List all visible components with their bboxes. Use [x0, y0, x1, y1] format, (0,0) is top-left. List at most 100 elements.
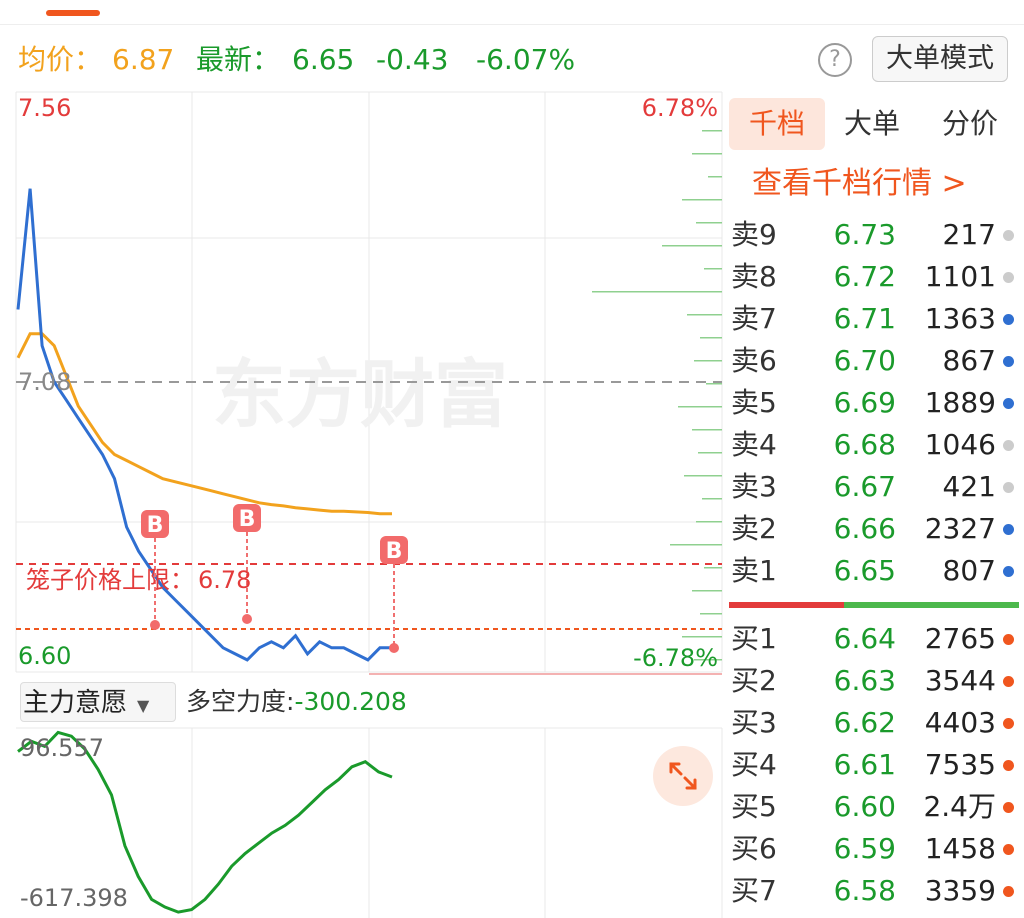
order-book-row[interactable]: 买7 6.58 3359 [729, 870, 1024, 912]
level-price: 6.68 [833, 428, 896, 461]
status-dot [1003, 760, 1014, 771]
level-volume: 1101 [924, 260, 996, 293]
level-volume: 3544 [924, 664, 996, 697]
status-dot [1003, 802, 1014, 813]
status-dot [1003, 566, 1014, 577]
depth-bar [708, 176, 722, 178]
avg-price-label: 均价： [18, 43, 103, 76]
y-axis-mid: 7.08 [18, 368, 71, 396]
level-volume: 3359 [924, 874, 996, 907]
depth-bar [704, 567, 722, 569]
order-book-row[interactable]: 卖2 6.66 2327 [729, 508, 1024, 550]
status-dot [1003, 718, 1014, 729]
level-label: 卖7 [731, 302, 777, 335]
status-dot [1003, 440, 1014, 451]
indicator-min-label: -617.398 [20, 884, 128, 912]
order-book-row[interactable]: 卖1 6.65 807 [729, 550, 1024, 592]
status-dot [1003, 272, 1014, 283]
tab-price-distribution[interactable]: 分价 [925, 98, 1015, 150]
long-short-strength: 多空力度:-300.208 [186, 687, 407, 716]
level-price: 6.59 [833, 832, 896, 865]
depth-bar [696, 222, 722, 224]
depth-bar [692, 153, 722, 155]
pct-axis-low: -6.78% [633, 644, 718, 672]
active-tab-indicator [46, 10, 100, 16]
depth-bar [704, 268, 722, 270]
view-qiandang-link[interactable]: 查看千档行情 > [752, 164, 967, 204]
status-dot [1003, 314, 1014, 325]
last-price-value: 6.65 [292, 43, 355, 76]
chevron-down-icon: ▼ [137, 696, 150, 715]
level-price: 6.66 [833, 512, 896, 545]
order-book-row[interactable]: 买5 6.60 2.4万 [729, 786, 1024, 828]
order-book-row[interactable]: 卖3 6.67 421 [729, 466, 1024, 508]
level-volume: 4403 [924, 706, 996, 739]
tab-qiandang[interactable]: 千档 [729, 98, 825, 150]
y-axis-low: 6.60 [18, 642, 71, 670]
order-book-row[interactable]: 买2 6.63 3544 [729, 660, 1024, 702]
depth-bar [682, 199, 722, 201]
status-dot [1003, 524, 1014, 535]
order-book-row[interactable]: 卖4 6.68 1046 [729, 424, 1024, 466]
depth-bar [592, 291, 722, 293]
order-book-row[interactable]: 买4 6.61 7535 [729, 744, 1024, 786]
y-axis-high: 7.56 [18, 94, 71, 122]
level-label: 卖9 [731, 218, 777, 251]
depth-bar [684, 475, 722, 477]
indicator-chart[interactable]: 96.557 -617.398 [0, 726, 726, 918]
intraday-chart[interactable]: 东方财富 B B B 7.56 7.08 6.60 6.78% -6.78% 笼… [0, 90, 726, 680]
big-order-mode-button[interactable]: 大单模式 [872, 36, 1008, 82]
indicator-max-label: 96.557 [20, 734, 104, 762]
depth-bar [698, 452, 722, 454]
price-change-pct: -6.07% [476, 43, 576, 76]
level-volume: 2327 [924, 512, 996, 545]
tab-big-orders[interactable]: 大单 [828, 98, 916, 150]
level-price: 6.67 [833, 470, 896, 503]
level-volume: 807 [942, 554, 996, 587]
order-book-row[interactable]: 买1 6.64 2765 [729, 618, 1024, 660]
svg-text:B: B [147, 513, 164, 538]
depth-bar [662, 245, 722, 247]
level-price: 6.60 [833, 790, 896, 823]
depth-bar [702, 498, 722, 500]
watermark: 东方财富 [212, 352, 508, 438]
status-dot [1003, 230, 1014, 241]
status-dot [1003, 482, 1014, 493]
status-dot [1003, 634, 1014, 645]
level-label: 卖8 [731, 260, 777, 293]
level-label: 买5 [731, 790, 777, 823]
level-price: 6.71 [833, 302, 896, 335]
depth-bar [682, 636, 722, 638]
depth-bars [592, 130, 722, 661]
order-book-row[interactable]: 买6 6.59 1458 [729, 828, 1024, 870]
order-book-row[interactable]: 买3 6.62 4403 [729, 702, 1024, 744]
order-book-row[interactable]: 卖8 6.72 1101 [729, 256, 1024, 298]
level-volume: 421 [942, 470, 996, 503]
order-book-row[interactable]: 卖5 6.69 1889 [729, 382, 1024, 424]
level-price: 6.62 [833, 706, 896, 739]
level-price: 6.69 [833, 386, 896, 419]
depth-bar [687, 314, 722, 316]
level-label: 卖3 [731, 470, 777, 503]
buy-marker[interactable]: B [380, 536, 408, 653]
level-label: 卖1 [731, 554, 777, 587]
level-price: 6.65 [833, 554, 896, 587]
level-price: 6.72 [833, 260, 896, 293]
level-price: 6.58 [833, 874, 896, 907]
status-dot [1003, 356, 1014, 367]
indicator-select[interactable]: 主力意愿 ▼ [20, 682, 176, 722]
level-volume: 2765 [924, 622, 996, 655]
level-price: 6.70 [833, 344, 896, 377]
level-price: 6.64 [833, 622, 896, 655]
order-book-row[interactable]: 卖7 6.71 1363 [729, 298, 1024, 340]
svg-text:B: B [239, 507, 256, 532]
order-book-row[interactable]: 卖6 6.70 867 [729, 340, 1024, 382]
level-volume: 217 [942, 218, 996, 251]
help-icon[interactable]: ? [818, 43, 852, 77]
expand-button[interactable] [653, 746, 713, 806]
order-book-row[interactable]: 卖9 6.73 217 [729, 214, 1024, 256]
level-volume: 1458 [924, 832, 996, 865]
depth-bar [678, 406, 722, 408]
buy-sell-ratio-bar [729, 602, 1019, 608]
level-label: 买4 [731, 748, 777, 781]
